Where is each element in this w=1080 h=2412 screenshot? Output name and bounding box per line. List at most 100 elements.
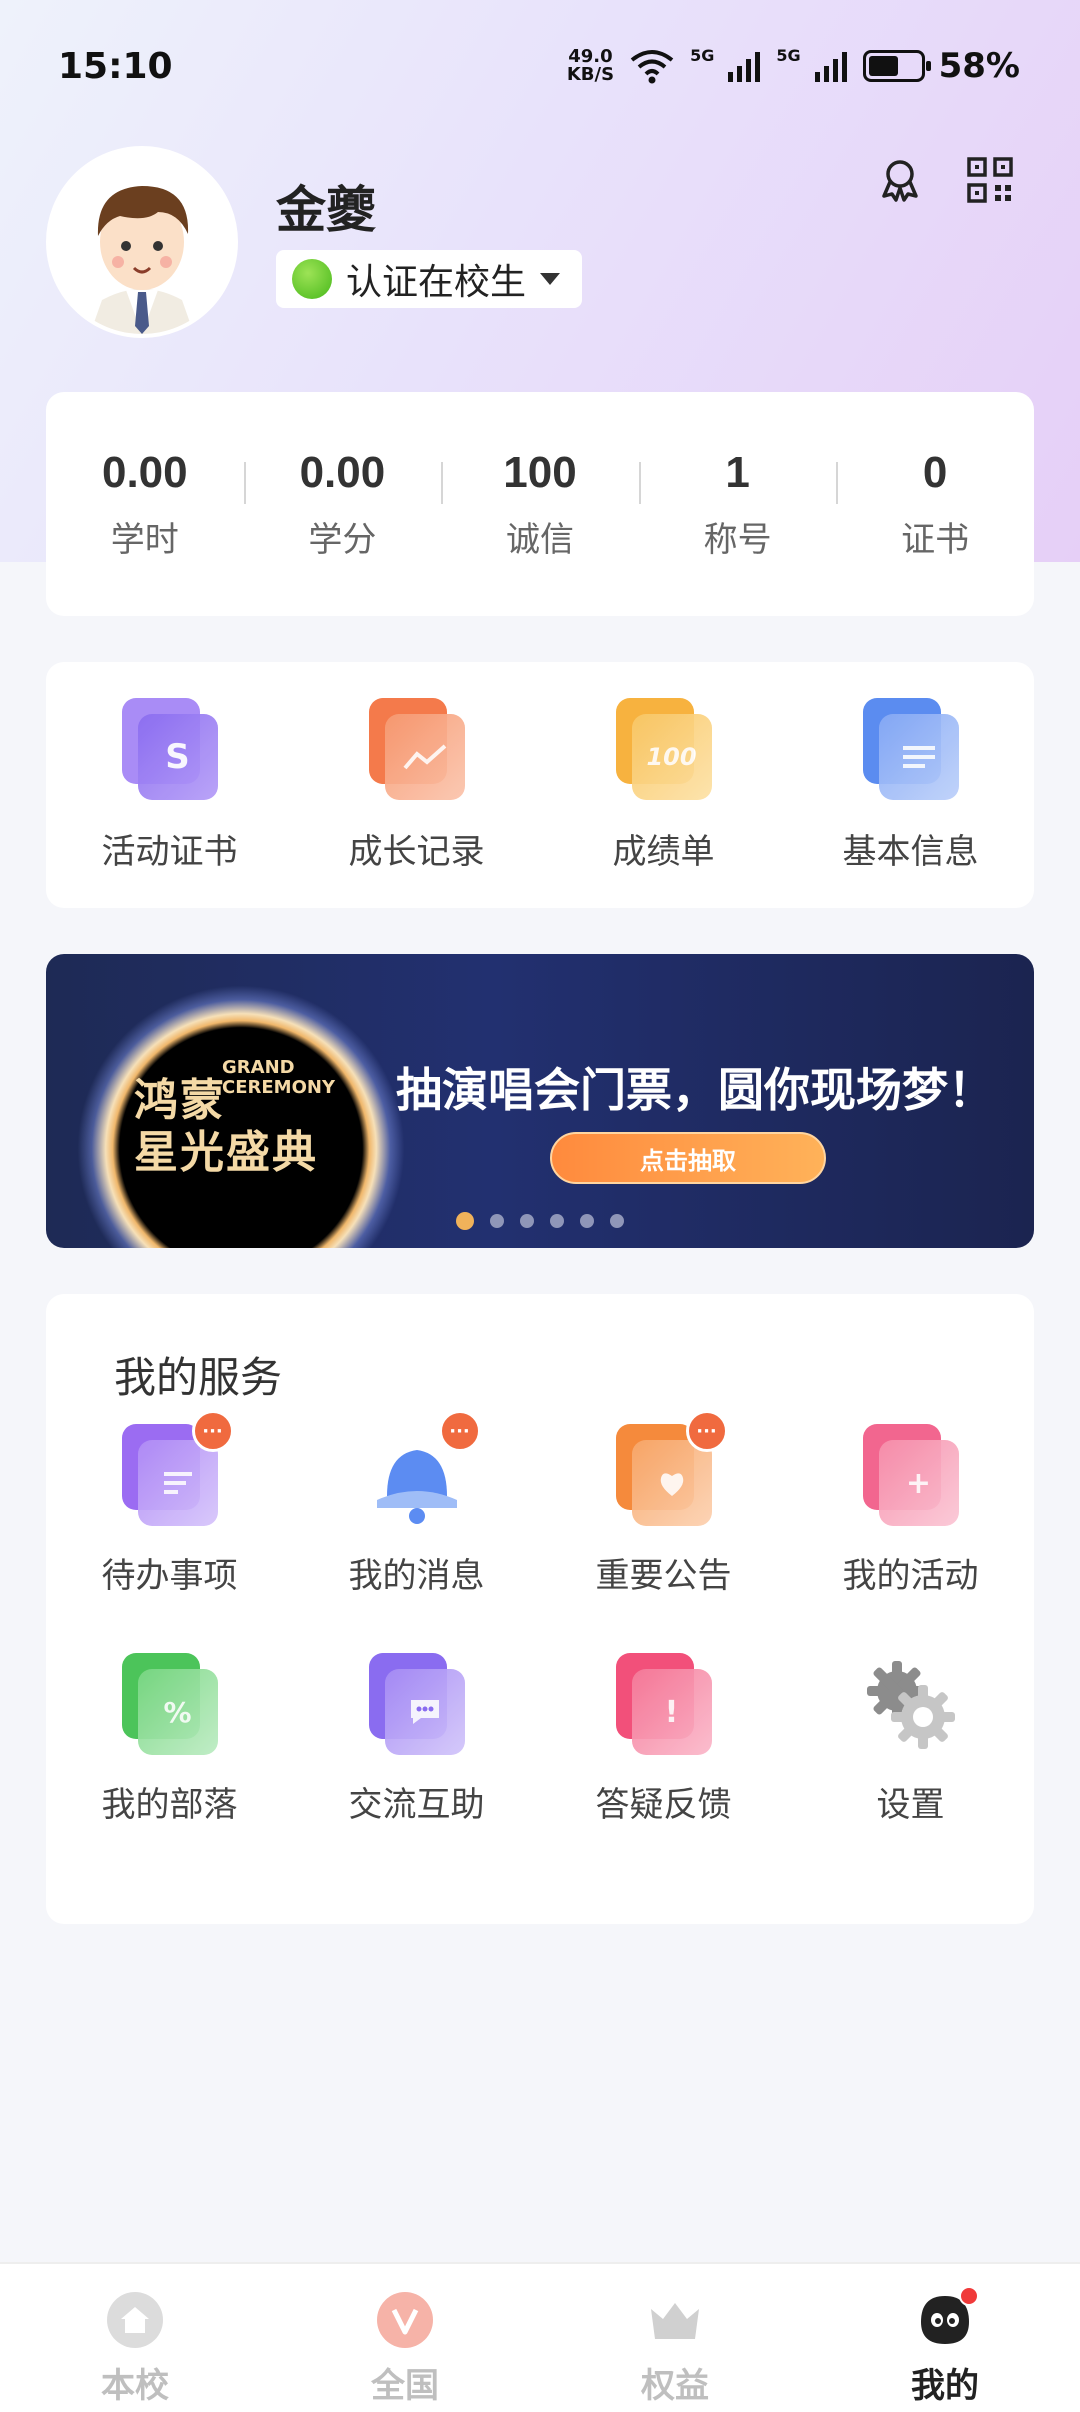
nav-label: 本校 <box>101 2366 169 2406</box>
bottom-navigation: 本校 全国 权益 我的 <box>0 2262 1080 2412</box>
notification-dot <box>959 2286 979 2306</box>
stat-value: 0.00 <box>101 447 188 497</box>
services-grid: ··· 待办事项 ··· 我的消息 ··· 重要公告 + 我的活动 % 我的部落… <box>46 1410 1034 1826</box>
stat-study-hours[interactable]: 0.00 学时 <box>46 448 244 561</box>
quick-link-basic-info[interactable]: 基本信息 <box>787 697 1034 873</box>
carousel-dots <box>456 1212 624 1230</box>
stat-label: 证书 <box>901 519 970 560</box>
feedback-icon: ! <box>615 1653 712 1755</box>
network-speed: 49.0 KB/S <box>566 46 615 85</box>
carousel-dot[interactable] <box>610 1214 624 1228</box>
badge-ribbon-icon[interactable] <box>876 156 924 204</box>
service-label: 设置 <box>876 1785 945 1825</box>
battery-level <box>868 56 898 76</box>
user-name: 金夔 <box>276 181 376 239</box>
signal-5g-label-1: 5G <box>690 46 715 65</box>
stat-integrity[interactable]: 100 诚信 <box>441 448 639 561</box>
quick-link-transcript[interactable]: 100 成绩单 <box>540 697 787 873</box>
battery-icon <box>862 50 931 82</box>
service-label: 重要公告 <box>595 1556 732 1596</box>
activity-icon: + <box>862 1424 959 1526</box>
status-indicators: 49.0 KB/S 5G 5G 58% <box>567 46 1020 86</box>
promo-banner[interactable]: 鸿蒙 星光盛典 GRAND CEREMONY 抽演唱会门票，圆你现场梦！ 点击抽… <box>46 954 1034 1248</box>
stat-certificates[interactable]: 0 证书 <box>836 448 1034 561</box>
nav-label: 全国 <box>371 2366 439 2406</box>
quick-link-growth-record[interactable]: 成长记录 <box>293 697 540 873</box>
quick-link-label: 成绩单 <box>612 831 715 872</box>
stats-card: 0.00 学时 0.00 学分 100 诚信 1 称号 0 证书 <box>46 392 1034 616</box>
quick-link-activity-certificate[interactable]: S 活动证书 <box>46 697 293 873</box>
stat-label: 学分 <box>308 519 377 560</box>
status-bar: 15:10 49.0 KB/S 5G 5G 58% <box>0 0 1080 140</box>
more-badge: ··· <box>438 1410 481 1452</box>
quick-link-label: 基本信息 <box>842 831 979 872</box>
banner-logo-line2: 星光盛典 <box>134 1127 318 1178</box>
auth-status-label: 认证在校生 <box>346 262 527 303</box>
status-time: 15:10 <box>58 46 173 87</box>
more-badge: ··· <box>191 1410 234 1452</box>
status-dot-icon <box>292 259 332 299</box>
score-100-icon: 100 <box>615 697 712 800</box>
tribe-icon: % <box>121 1653 218 1755</box>
stat-value: 0.00 <box>299 447 386 497</box>
caret-down-icon <box>540 273 561 285</box>
services-card: 我的服务 ··· 待办事项 ··· 我的消息 ··· 重要公告 + 我的活动 %… <box>46 1294 1034 1924</box>
carousel-dot[interactable] <box>490 1214 504 1228</box>
stat-value: 100 <box>503 447 577 497</box>
auth-status-dropdown[interactable]: 认证在校生 <box>276 250 583 308</box>
carousel-dot[interactable] <box>580 1214 594 1228</box>
service-label: 我的部落 <box>101 1785 238 1825</box>
nav-tab-national[interactable]: 全国 <box>270 2264 540 2412</box>
banner-logo-grand: GRAND CEREMONY <box>222 1057 335 1098</box>
signal-icon-2 <box>814 52 847 82</box>
stat-label: 称号 <box>703 519 772 560</box>
quick-link-label: 成长记录 <box>348 831 485 872</box>
service-label: 待办事项 <box>101 1556 238 1596</box>
growth-chart-icon <box>368 697 465 800</box>
cartoon-avatar-image <box>50 150 234 334</box>
info-doc-icon <box>862 697 959 800</box>
nav-tab-mine[interactable]: 我的 <box>810 2264 1080 2412</box>
service-label: 答疑反馈 <box>595 1785 732 1825</box>
service-activities[interactable]: + 我的活动 <box>787 1424 1034 1597</box>
stat-label: 学时 <box>110 519 179 560</box>
more-badge: ··· <box>685 1410 728 1452</box>
qr-code-icon[interactable] <box>966 156 1014 204</box>
service-label: 交流互助 <box>348 1785 485 1825</box>
services-title: 我的服务 <box>114 1353 283 1402</box>
nav-label: 权益 <box>641 2366 709 2406</box>
stat-value: 0 <box>922 447 948 497</box>
quick-link-label: 活动证书 <box>101 831 238 872</box>
avatar[interactable] <box>46 146 238 338</box>
v-logo-icon <box>377 2292 433 2348</box>
banner-headline: 抽演唱会门票，圆你现场梦！ <box>396 1063 994 1117</box>
signal-icon-1 <box>728 52 761 82</box>
signal-5g-label-2: 5G <box>776 46 801 65</box>
crown-icon <box>647 2292 703 2348</box>
stat-titles[interactable]: 1 称号 <box>638 448 837 561</box>
nav-label: 我的 <box>911 2366 979 2406</box>
nav-tab-benefits[interactable]: 权益 <box>540 2264 810 2412</box>
service-label: 我的消息 <box>348 1556 485 1596</box>
carousel-dot[interactable] <box>520 1214 534 1228</box>
carousel-dot[interactable] <box>456 1212 474 1230</box>
service-todo[interactable]: ··· 待办事项 <box>46 1410 293 1597</box>
service-feedback[interactable]: ! 答疑反馈 <box>540 1653 787 1826</box>
carousel-dot[interactable] <box>550 1214 564 1228</box>
nav-tab-school[interactable]: 本校 <box>0 2264 270 2412</box>
wifi-icon <box>630 50 674 84</box>
service-tribe[interactable]: % 我的部落 <box>46 1653 293 1826</box>
quick-links-card: S 活动证书 成长记录 100 成绩单 基本信息 <box>46 662 1034 908</box>
service-settings[interactable]: 设置 <box>787 1653 1034 1826</box>
service-announcements[interactable]: ··· 重要公告 <box>540 1410 787 1597</box>
service-exchange[interactable]: 交流互助 <box>293 1653 540 1826</box>
service-label: 我的活动 <box>842 1556 979 1596</box>
chat-icon <box>368 1653 465 1755</box>
service-messages[interactable]: ··· 我的消息 <box>293 1410 540 1597</box>
battery-percent: 58% <box>938 46 1020 86</box>
certificate-icon: S <box>121 697 218 800</box>
home-icon <box>107 2292 163 2348</box>
stat-label: 诚信 <box>505 519 574 560</box>
banner-draw-button[interactable]: 点击抽取 <box>550 1132 826 1184</box>
stat-credits[interactable]: 0.00 学分 <box>243 447 442 561</box>
